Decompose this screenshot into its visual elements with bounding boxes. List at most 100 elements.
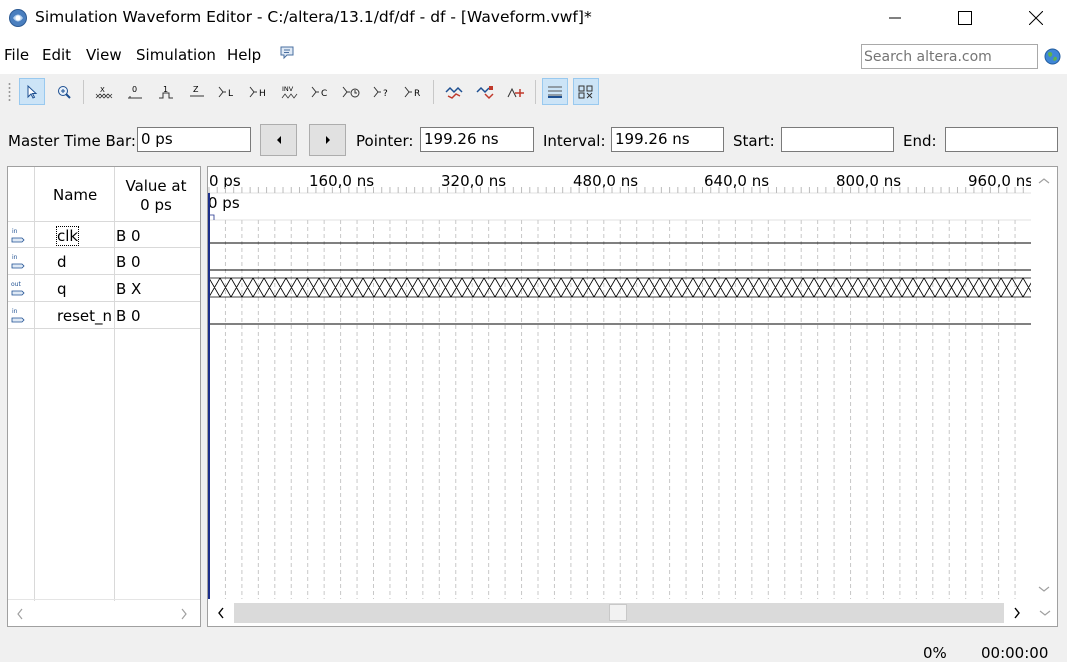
- interval-field[interactable]: 199.26 ns: [611, 127, 724, 152]
- previous-transition-button[interactable]: [260, 124, 297, 156]
- signal-name: reset_n: [57, 307, 112, 325]
- start-field[interactable]: [781, 127, 894, 152]
- start-label: Start:: [733, 132, 775, 150]
- status-bar: 0% 00:00:00: [0, 632, 1067, 662]
- time-bar-row: Master Time Bar: 0 ps Pointer: 199.26 ns…: [0, 120, 1067, 160]
- signal-value: B 0: [116, 253, 141, 271]
- close-button[interactable]: [1013, 0, 1059, 36]
- waveform-question-icon: ?: [373, 86, 388, 99]
- toolbar-grip[interactable]: [8, 82, 11, 102]
- help-chat-icon[interactable]: [279, 45, 295, 61]
- master-time-bar-label: Master Time Bar:: [8, 132, 136, 150]
- clock-icon: [342, 86, 360, 97]
- svg-text:R: R: [414, 89, 420, 99]
- waveform-vertical-scrollbar[interactable]: [1031, 167, 1057, 601]
- signal-name: q: [57, 280, 67, 298]
- name-column-header[interactable]: Name: [53, 186, 97, 204]
- search-input[interactable]: [861, 44, 1038, 69]
- waveform-r-icon: R: [404, 86, 420, 99]
- scroll-down-icon[interactable]: [1038, 585, 1050, 593]
- waveform-z-icon: Z: [190, 85, 204, 96]
- quartus-app-icon: [9, 9, 27, 27]
- window-title: Simulation Waveform Editor - C:/altera/1…: [35, 8, 592, 26]
- forcing-low-button[interactable]: 0: [122, 78, 148, 105]
- group-button[interactable]: [573, 78, 599, 105]
- waveform-1-icon: 1: [159, 85, 173, 98]
- menu-help[interactable]: Help: [227, 46, 261, 64]
- clock-button[interactable]: [339, 78, 365, 105]
- svg-text:H: H: [259, 89, 266, 99]
- signal-row-reset-n[interactable]: in reset_n B 0: [8, 302, 200, 329]
- show-grid-button[interactable]: [542, 78, 568, 105]
- uninitialized-button[interactable]: X: [91, 78, 117, 105]
- random-value-button[interactable]: R: [401, 78, 427, 105]
- end-label: End:: [903, 132, 937, 150]
- title-bar: Simulation Waveform Editor - C:/altera/1…: [0, 0, 1067, 36]
- input-pin-icon: in: [11, 254, 25, 269]
- menu-simulation[interactable]: Simulation: [136, 46, 216, 64]
- globe-icon[interactable]: [1044, 48, 1061, 65]
- selection-tool-button[interactable]: [19, 78, 45, 105]
- maximize-icon: [958, 11, 972, 25]
- arrow-left-icon: [276, 136, 281, 144]
- minimize-button[interactable]: [872, 0, 918, 36]
- scroll-left-icon[interactable]: [16, 608, 24, 620]
- signal-row-d[interactable]: in d B 0: [8, 248, 200, 275]
- svg-text:Z: Z: [193, 85, 199, 94]
- snap-to-grid-button[interactable]: [441, 78, 467, 105]
- signal-horizontal-scrollbar[interactable]: [8, 599, 200, 626]
- group-icon: [578, 85, 593, 98]
- svg-text:X: X: [100, 86, 105, 94]
- forcing-high-button[interactable]: 1: [153, 78, 179, 105]
- scroll-down-icon[interactable]: [1039, 609, 1051, 617]
- signal-list-panel: Name Value at 0 ps in clk B 0 in d B 0 o…: [7, 166, 201, 627]
- master-time-bar-field[interactable]: 0 ps: [137, 127, 251, 152]
- menu-view[interactable]: View: [86, 46, 122, 64]
- input-pin-icon: in: [11, 308, 25, 323]
- waveform-canvas[interactable]: [208, 167, 1031, 601]
- minimize-icon: [889, 17, 901, 19]
- waveform-horizontal-scrollbar[interactable]: [208, 599, 1057, 626]
- weak-high-button[interactable]: H: [246, 78, 272, 105]
- progress-percent: 0%: [923, 644, 947, 662]
- scroll-left-icon[interactable]: [217, 607, 225, 619]
- end-field[interactable]: [945, 127, 1058, 152]
- menu-file[interactable]: File: [4, 46, 29, 64]
- scroll-up-icon[interactable]: [1038, 177, 1050, 185]
- high-impedance-button[interactable]: Z: [184, 78, 210, 105]
- invert-icon: INV: [281, 85, 298, 99]
- zoom-tool-button[interactable]: [51, 78, 77, 105]
- menu-edit[interactable]: Edit: [42, 46, 71, 64]
- insert-signal-button[interactable]: [472, 78, 498, 105]
- output-pin-icon: out: [11, 281, 25, 296]
- waveform-q: [208, 277, 1031, 298]
- weak-low-button[interactable]: L: [215, 78, 241, 105]
- next-transition-button[interactable]: [309, 124, 346, 156]
- scroll-right-icon[interactable]: [1013, 607, 1021, 619]
- maximize-button[interactable]: [942, 0, 988, 36]
- svg-text:INV: INV: [282, 85, 294, 93]
- svg-text:in: in: [12, 228, 18, 235]
- close-icon: [1029, 11, 1043, 25]
- signal-value: B 0: [116, 307, 141, 325]
- time-grid: [208, 187, 1031, 601]
- zoom-icon: [58, 85, 71, 99]
- signal-row-q[interactable]: out q B X: [8, 275, 200, 302]
- overwrite-clock-button[interactable]: [503, 78, 529, 105]
- interval-label: Interval:: [543, 132, 606, 150]
- arbitrary-value-button[interactable]: ?: [370, 78, 396, 105]
- signal-value: B X: [116, 280, 142, 298]
- signal-row-clk[interactable]: in clk B 0: [8, 221, 200, 248]
- scroll-thumb[interactable]: [609, 604, 627, 621]
- snap-grid-icon: [445, 86, 463, 99]
- value-column-header[interactable]: Value at 0 ps: [116, 177, 196, 215]
- svg-text:?: ?: [383, 89, 388, 99]
- invert-button[interactable]: INV: [277, 78, 303, 105]
- scroll-right-icon[interactable]: [180, 608, 188, 620]
- waveform-panel[interactable]: 0 ps 160,0 ns 320,0 ns 480,0 ns 640,0 ns…: [207, 166, 1058, 627]
- cursor-marker-icon: [210, 214, 215, 220]
- pointer-field[interactable]: 199.26 ns: [420, 127, 534, 152]
- input-pin-icon: in: [11, 228, 25, 243]
- elapsed-time: 00:00:00: [981, 644, 1049, 662]
- count-value-button[interactable]: C: [308, 78, 334, 105]
